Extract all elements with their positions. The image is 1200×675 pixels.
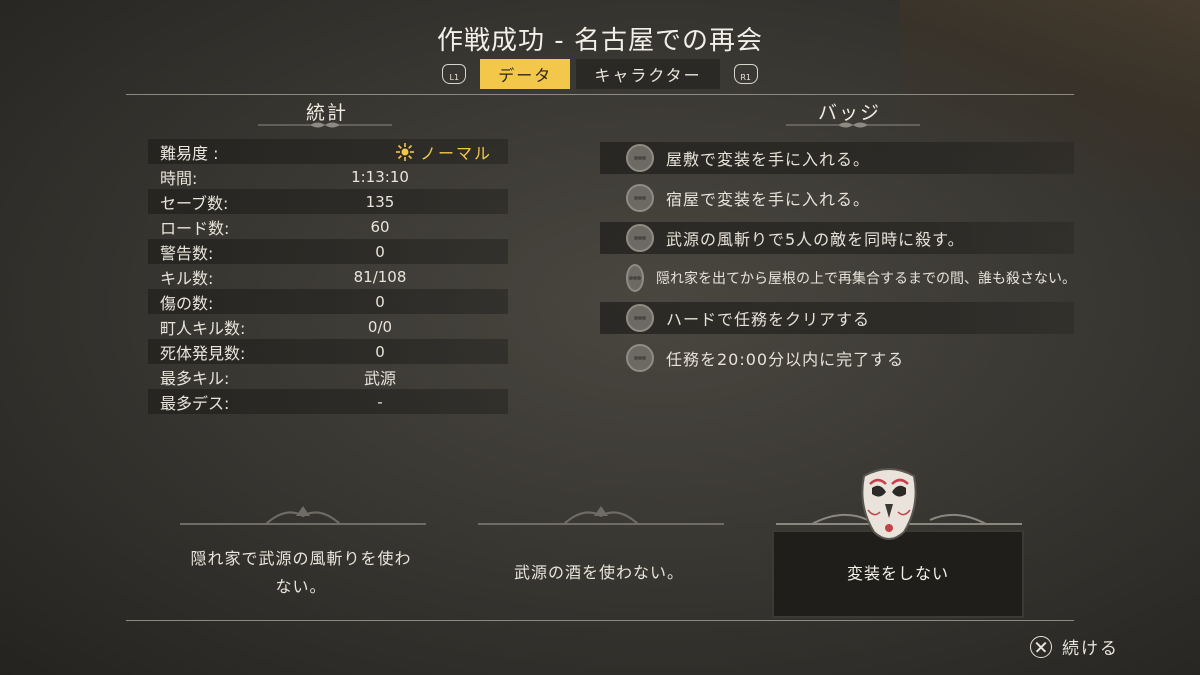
continue-label: 続ける (1062, 639, 1119, 659)
badge-item[interactable]: ハードで任務をクリアする (600, 298, 1074, 338)
stat-value: 135 (365, 192, 395, 211)
top-divider (126, 94, 1074, 95)
continue-button[interactable]: 続ける (1030, 634, 1119, 659)
r1-button-icon[interactable]: R1 (733, 64, 758, 84)
stat-value: 0 (375, 292, 385, 311)
stat-row: セーブ数: 135 (148, 189, 508, 214)
challenge-text: 武源の酒を使わない。 (513, 563, 684, 582)
stat-label: 難易度 : (160, 143, 219, 163)
challenge-text: 隠れ家で武源の風斬りを使わない。 (190, 549, 412, 596)
stat-label: キル数: (160, 268, 214, 288)
tab-character[interactable]: キャラクター (576, 59, 720, 89)
badge-locked-icon (626, 344, 654, 372)
stat-row: 時間: 1:13:10 (148, 164, 508, 189)
stat-row: 最多デス: - (148, 389, 508, 414)
stat-value: 0/0 (367, 317, 393, 336)
l1-button-icon[interactable]: L1 (442, 64, 467, 84)
stat-label: 最多キル: (160, 368, 230, 388)
stat-label: セーブ数: (160, 193, 229, 213)
badge-text: 屋敷で変装を手に入れる。 (666, 150, 871, 169)
challenge-card[interactable]: 武源の酒を使わない。 (474, 528, 724, 618)
stat-row-difficulty: 難易度 : ノーマル (148, 139, 508, 164)
bottom-divider (126, 620, 1074, 621)
mask-icon (861, 468, 917, 540)
stat-row: 傷の数: 0 (148, 289, 508, 314)
difficulty-value: ノーマル (396, 140, 492, 164)
stat-row: 町人キル数: 0/0 (148, 314, 508, 339)
tab-bar: L1 データ キャラクター R1 (0, 59, 1200, 89)
stats-ornament (258, 122, 392, 128)
badges-ornament (786, 122, 920, 128)
badge-item[interactable]: 武源の風斬りで5人の敵を同時に殺す。 (600, 218, 1074, 258)
tab-data[interactable]: データ (480, 59, 571, 89)
difficulty-text: ノーマル (420, 143, 493, 163)
stat-row: 最多キル: 武源 (148, 364, 508, 389)
page-title: 作戦成功 - 名古屋での再会 (437, 26, 763, 56)
badge-locked-icon (626, 224, 654, 252)
stat-row: キル数: 81/108 (148, 264, 508, 289)
badge-item[interactable]: 屋敷で変装を手に入れる。 (600, 138, 1074, 178)
stat-label: 死体発見数: (160, 343, 246, 363)
stat-row: ロード数: 60 (148, 214, 508, 239)
badge-locked-icon (626, 144, 654, 172)
stat-value: - (377, 392, 383, 411)
stat-label: 傷の数: (160, 293, 214, 313)
stat-value: 武源 (363, 368, 396, 388)
badge-locked-icon (626, 264, 644, 292)
badge-item[interactable]: 任務を20:00分以内に完了する (600, 338, 1074, 378)
badge-text: 任務を20:00分以内に完了する (666, 350, 905, 369)
sun-icon (396, 142, 414, 161)
stat-label: 最多デス: (160, 393, 230, 413)
stat-value: 60 (370, 217, 390, 236)
challenge-text: 変装をしない (846, 564, 949, 583)
challenge-ornament (180, 506, 426, 525)
stat-row: 死体発見数: 0 (148, 339, 508, 364)
badge-locked-icon (626, 184, 654, 212)
stat-label: 警告数: (160, 243, 214, 263)
stat-value: 81/108 (353, 267, 407, 286)
badge-text: 隠れ家を出てから屋根の上で再集合するまでの間、誰も殺さない。 (656, 271, 1076, 287)
badge-text: 宿屋で変装を手に入れる。 (666, 190, 871, 209)
stat-label: 町人キル数: (160, 318, 246, 338)
badge-text: ハードで任務をクリアする (666, 310, 871, 329)
badge-list: 屋敷で変装を手に入れる。 宿屋で変装を手に入れる。 武源の風斬りで5人の敵を同時… (600, 138, 1076, 378)
stat-value: 1:13:10 (351, 167, 409, 186)
badge-text: 武源の風斬りで5人の敵を同時に殺す。 (666, 230, 965, 249)
challenge-card[interactable]: 隠れ家で武源の風斬りを使わない。 (176, 528, 426, 618)
stats-table: 難易度 : ノーマル 時間: 1:13:10 セーブ数: 135 ロード数: 6… (148, 139, 508, 414)
cross-button-icon (1030, 635, 1052, 658)
stat-value: 0 (375, 242, 385, 261)
stat-value: 0 (375, 342, 385, 361)
challenge-ornament (478, 506, 724, 525)
stat-label: 時間: (160, 168, 198, 188)
badge-locked-icon (626, 304, 654, 332)
stat-row: 警告数: 0 (148, 239, 508, 264)
stat-label: ロード数: (160, 218, 230, 238)
badge-item[interactable]: 隠れ家を出てから屋根の上で再集合するまでの間、誰も殺さない。 (600, 258, 1076, 298)
badge-item[interactable]: 宿屋で変装を手に入れる。 (600, 178, 1074, 218)
